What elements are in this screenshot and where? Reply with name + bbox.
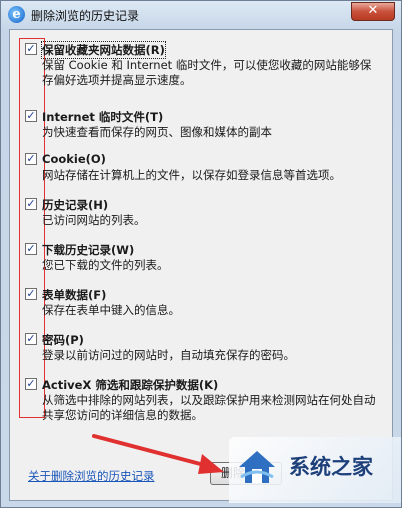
- option-description: 网站存储在计算机上的文件，以保存如登录信息等首选项。: [42, 168, 341, 182]
- checkbox[interactable]: ✓: [25, 378, 37, 390]
- checkbox[interactable]: ✓: [25, 243, 37, 255]
- checkbox[interactable]: ✓: [25, 110, 37, 122]
- checkbox[interactable]: ✓: [25, 43, 37, 55]
- checkbox[interactable]: ✓: [25, 153, 37, 165]
- house-logo-icon: [239, 451, 275, 483]
- option-description: 从筛选中排除的网站列表，以及跟踪保护用来检测网站在何处自动共享您访问的详细信息的…: [42, 393, 376, 422]
- checkbox[interactable]: ✓: [25, 333, 37, 345]
- option-description: 登录以前访问过的网站时，自动填充保存的密码。: [42, 348, 295, 362]
- watermark-text: 系统之家: [289, 455, 373, 479]
- option-description: 保存在表单中键入的信息。: [42, 303, 180, 317]
- close-button[interactable]: ✕: [351, 2, 395, 21]
- dialog-title: 删除浏览的历史记录: [31, 9, 140, 23]
- option-description: 您已下载的文件的列表。: [42, 258, 169, 272]
- option-label: ActiveX 筛选和跟踪保护数据(K): [42, 378, 219, 392]
- option-label: 保留收藏夹网站数据(R): [41, 41, 166, 59]
- option-label: 下载历史记录(W): [42, 243, 135, 257]
- site-watermark: 系统之家: [229, 437, 401, 503]
- option-label: 表单数据(F): [42, 288, 107, 302]
- dialog-body: ✓ 保留收藏夹网站数据(R) 保留 Cookie 和 Internet 临时文件…: [9, 29, 393, 501]
- internet-explorer-icon: e: [8, 6, 25, 23]
- annotation-arrow-icon: [92, 434, 224, 474]
- option-label: 密码(P): [42, 333, 84, 347]
- checkbox[interactable]: ✓: [25, 288, 37, 300]
- option-label: Internet 临时文件(T): [42, 110, 164, 124]
- checkbox[interactable]: ✓: [25, 198, 37, 210]
- option-label: 历史记录(H): [42, 198, 109, 212]
- option-description: 为快速查看而保存的网页、图像和媒体的副本: [42, 125, 272, 139]
- option-description: 保留 Cookie 和 Internet 临时文件，可以使您收藏的网站能够保存偏…: [42, 58, 372, 87]
- option-label: Cookie(O): [42, 152, 106, 166]
- title-bar: e 删除浏览的历史记录 ✕: [1, 1, 401, 29]
- delete-history-dialog: e 删除浏览的历史记录 ✕ ✓ 保留收藏夹网站数据(R) 保留 Cookie 和…: [0, 0, 402, 508]
- option-description: 已访问网站的列表。: [42, 213, 146, 227]
